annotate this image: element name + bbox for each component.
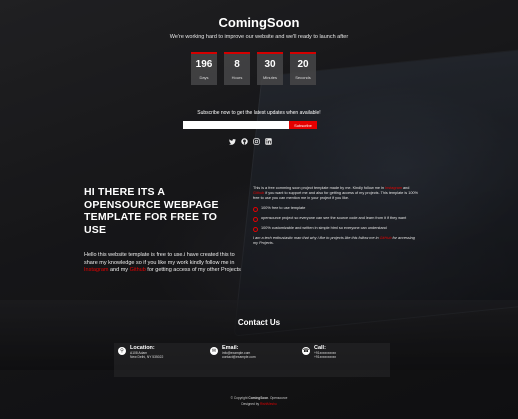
countdown-days: 196 Days <box>191 52 217 85</box>
footer-brand: ComingSoon <box>248 396 269 400</box>
location-icon: ⚲ <box>118 347 126 355</box>
github-link[interactable]: GitHub <box>380 236 392 240</box>
feature-text: 100% customizable and written in simple … <box>261 225 387 230</box>
details-column: This is a free comming soon project temp… <box>253 186 418 250</box>
designer-link[interactable]: RishiMeshu <box>260 402 277 406</box>
countdown-value: 20 <box>297 59 309 70</box>
about-heading: HI THERE ITS A OPENSOURCE WEBPAGE TEMPLA… <box>84 186 219 236</box>
contact-title: Contact Us <box>237 318 281 327</box>
details-intro: This is a free comming soon project temp… <box>253 186 418 202</box>
countdown-label: Minutes <box>262 75 277 80</box>
countdown-seconds: 20 Seconds <box>290 52 316 85</box>
contact-card-email: ✉ Email: info@example.com contact@exampl… <box>206 343 298 377</box>
subscribe-text: Subscribe now to get the latest updates … <box>197 110 321 116</box>
instagram-link[interactable]: Instagram <box>385 186 402 190</box>
feature-text: 100% free to use template <box>261 205 306 210</box>
social-links <box>228 138 272 145</box>
instagram-link[interactable]: Instagram <box>84 267 108 273</box>
copyright-text: . Opensource <box>268 396 288 400</box>
details-text: I am a tech enthusiastic man that why i … <box>253 235 380 240</box>
countdown-value: 196 <box>195 59 213 70</box>
instagram-icon[interactable] <box>252 138 260 145</box>
countdown-hours: 8 Hours <box>224 52 250 85</box>
about-text: and my <box>108 267 130 273</box>
countdown-value: 8 <box>234 59 240 70</box>
countdown-label: Seconds <box>295 75 311 80</box>
mail-icon: ✉ <box>210 347 218 355</box>
details-text: and <box>402 186 410 190</box>
feature-item: 100% customizable and written in simple … <box>253 226 418 232</box>
about-text: for getting access of my other Projects <box>145 267 241 273</box>
feature-text: opensource project so everyone can see t… <box>261 215 407 220</box>
subscribe-button[interactable]: Subscribe <box>289 121 317 129</box>
check-circle-icon <box>253 206 258 212</box>
check-circle-icon <box>253 216 258 222</box>
footer: © Copyright ComingSoon. Opensource Desig… <box>0 396 518 407</box>
designed-by-line: Designed by RishiMeshu <box>0 402 518 408</box>
contact-card-location: ⚲ Location: A108 Adam New Delhi, NY 5350… <box>114 343 206 377</box>
github-link[interactable]: Github <box>130 267 146 273</box>
subscribe-form: Subscribe <box>183 121 317 129</box>
contact-card-line[interactable]: +91xxxxxxxxxx <box>314 355 336 359</box>
designed-text: Designed by <box>241 401 260 406</box>
github-icon[interactable] <box>240 138 248 145</box>
countdown: 196 Days 8 Hours 30 Minutes 20 Seconds <box>191 52 316 85</box>
contact-card-call: ☎ Call: +91xxxxxxxxxx +91xxxxxxxxxx <box>298 343 390 377</box>
details-text: if you want to support me and also for g… <box>253 191 418 201</box>
contact-card-line: New Delhi, NY 535022 <box>130 355 164 360</box>
countdown-minutes: 30 Minutes <box>257 52 283 85</box>
page-subtitle: We're working hard to improve our websit… <box>169 34 349 40</box>
feature-item: opensource project so everyone can see t… <box>253 216 418 222</box>
details-outro: I am a tech enthusiastic man that why i … <box>253 236 418 246</box>
countdown-label: Days <box>199 75 209 80</box>
about-paragraph: Hello this website template is free to u… <box>84 252 244 275</box>
feature-item: 100% free to use template <box>253 206 418 212</box>
page-title: ComingSoon <box>218 15 300 30</box>
twitter-icon[interactable] <box>228 138 236 145</box>
countdown-value: 30 <box>264 59 276 70</box>
phone-icon: ☎ <box>302 347 310 355</box>
contact-card-line[interactable]: contact@example.com <box>222 355 256 359</box>
email-input[interactable] <box>183 121 289 129</box>
details-text: This is a free comming soon project temp… <box>253 186 386 190</box>
about-text: Hello this website template is free to u… <box>84 252 235 266</box>
contact-cards: ⚲ Location: A108 Adam New Delhi, NY 5350… <box>114 343 390 377</box>
check-circle-icon <box>253 226 258 232</box>
countdown-label: Hours <box>231 75 243 80</box>
github-link[interactable]: Github <box>253 191 264 195</box>
linkedin-icon[interactable] <box>264 138 272 145</box>
copyright-text: © Copyright <box>230 396 249 400</box>
